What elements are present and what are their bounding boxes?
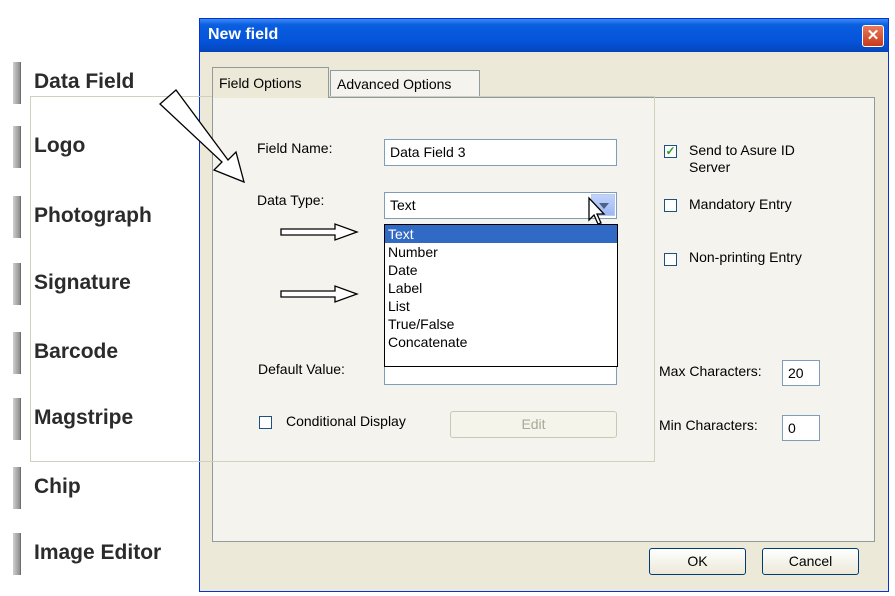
palette-item-image-editor[interactable]: Image Editor (13, 533, 203, 575)
close-button[interactable]: ✕ (862, 25, 884, 47)
edit-button[interactable]: Edit (450, 411, 617, 438)
dropdown-option-number[interactable]: Number (385, 243, 617, 261)
default-value-label: Default Value: (258, 361, 345, 377)
dropdown-option-true-false[interactable]: True/False (385, 315, 617, 333)
palette-tab-handle (13, 467, 21, 509)
mandatory-entry-checkbox[interactable] (664, 199, 677, 212)
mouse-pointer-icon (588, 196, 606, 225)
conditional-display-checkbox[interactable] (259, 416, 272, 429)
mandatory-entry-label: Mandatory Entry (689, 196, 792, 212)
dropdown-option-concatenate[interactable]: Concatenate (385, 333, 617, 351)
data-type-value: Text (390, 197, 416, 213)
tab-label: Advanced Options (337, 76, 452, 92)
max-characters-value: 20 (788, 365, 804, 381)
cancel-button[interactable]: Cancel (762, 548, 859, 575)
data-type-label: Data Type: (257, 192, 325, 208)
non-printing-entry-checkbox[interactable] (664, 253, 677, 266)
palette-item-label: Chip (34, 475, 81, 498)
title-bar[interactable]: New field ✕ (200, 19, 888, 52)
max-characters-input[interactable]: 20 (782, 360, 820, 386)
palette-tab-handle (13, 263, 21, 305)
min-characters-label: Min Characters: (659, 417, 758, 433)
field-name-input[interactable]: Data Field 3 (384, 139, 617, 166)
dropdown-option-label[interactable]: Label (385, 279, 617, 297)
palette-item-label: Image Editor (34, 541, 162, 564)
palette-item-chip[interactable]: Chip (13, 467, 203, 509)
dropdown-option-date[interactable]: Date (385, 261, 617, 279)
field-name-label: Field Name: (257, 140, 333, 156)
min-characters-input[interactable]: 0 (782, 415, 820, 441)
palette-tab-handle (13, 62, 21, 104)
palette-item-label: Data Field (34, 70, 135, 93)
palette-tab-handle (13, 398, 21, 440)
checkmark-icon: ✓ (665, 144, 676, 158)
palette-tab-handle (13, 196, 21, 238)
tab-advanced-options[interactable]: Advanced Options (330, 70, 480, 96)
send-to-server-checkbox[interactable]: ✓ (664, 145, 677, 158)
send-to-server-label: Send to Asure ID Server (689, 142, 795, 175)
close-icon: ✕ (866, 27, 880, 44)
ok-button[interactable]: OK (649, 548, 746, 575)
max-characters-label: Max Characters: (659, 363, 762, 379)
tab-field-options[interactable]: Field Options (212, 67, 329, 98)
data-type-select[interactable]: Text (384, 192, 617, 219)
palette-tab-handle (13, 332, 21, 374)
dropdown-option-list[interactable]: List (385, 297, 617, 315)
min-characters-value: 0 (788, 420, 796, 436)
non-printing-entry-label: Non-printing Entry (689, 249, 802, 265)
tab-label: Field Options (219, 75, 302, 91)
field-name-value: Data Field 3 (390, 144, 466, 160)
dialog-title: New field (208, 26, 279, 43)
data-type-dropdown-list: Text Number Date Label List True/False C… (384, 224, 618, 367)
palette-tab-handle (13, 533, 21, 575)
conditional-display-label: Conditional Display (286, 413, 406, 429)
dropdown-option-text[interactable]: Text (385, 225, 617, 243)
palette-tab-handle (13, 126, 21, 168)
